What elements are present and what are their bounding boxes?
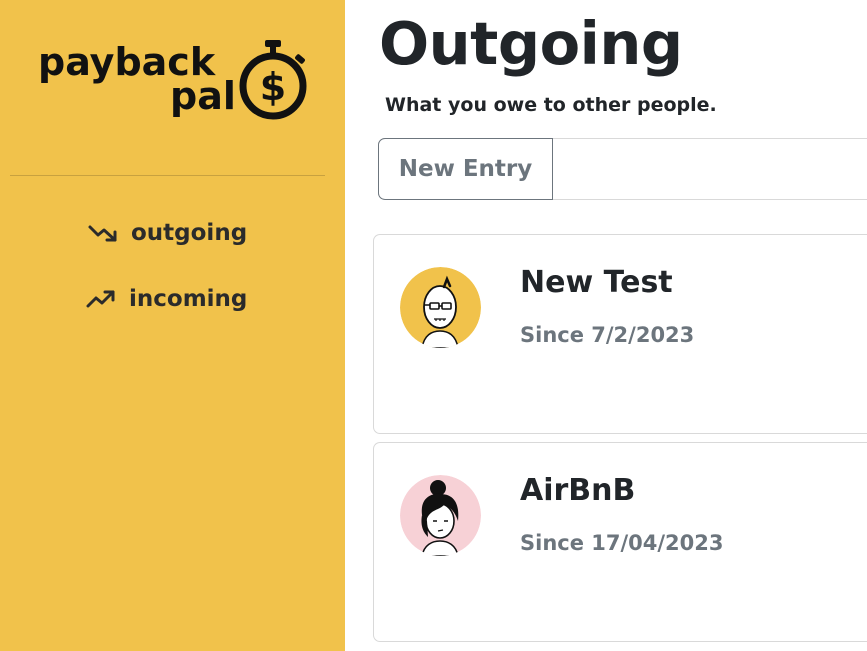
sidebar-item-outgoing[interactable]: outgoing — [87, 220, 247, 246]
woman-hair-bun-avatar — [400, 475, 481, 556]
sidebar-item-incoming[interactable]: incoming — [85, 286, 247, 312]
main-content: Outgoing What you owe to other people. N… — [345, 0, 867, 651]
sidebar: payback pal $ outgoing incoming — [0, 0, 345, 651]
trending-up-icon — [86, 290, 115, 308]
stopwatch-dollar-icon: $ — [239, 40, 307, 120]
entry-since-date: Since 7/2/2023 — [520, 323, 695, 347]
svg-text:$: $ — [260, 65, 286, 109]
sidebar-divider — [10, 175, 325, 176]
page-subtitle: What you owe to other people. — [385, 94, 717, 116]
entry-name: AirBnB — [520, 473, 636, 508]
trending-down-icon — [88, 225, 117, 242]
app-logo[interactable]: payback pal $ — [38, 38, 313, 124]
page-title: Outgoing — [379, 9, 683, 78]
new-entry-button[interactable]: New Entry — [378, 138, 553, 200]
entry-card[interactable]: AirBnB Since 17/04/2023 — [373, 442, 867, 642]
bald-man-glasses-avatar — [400, 267, 481, 348]
entry-card[interactable]: New Test Since 7/2/2023 — [373, 234, 867, 434]
sidebar-item-label: incoming — [129, 286, 248, 312]
sidebar-item-label: outgoing — [131, 220, 248, 246]
entry-since-date: Since 17/04/2023 — [520, 531, 724, 555]
entry-name: New Test — [520, 265, 673, 300]
logo-text-pal: pal — [170, 74, 236, 118]
